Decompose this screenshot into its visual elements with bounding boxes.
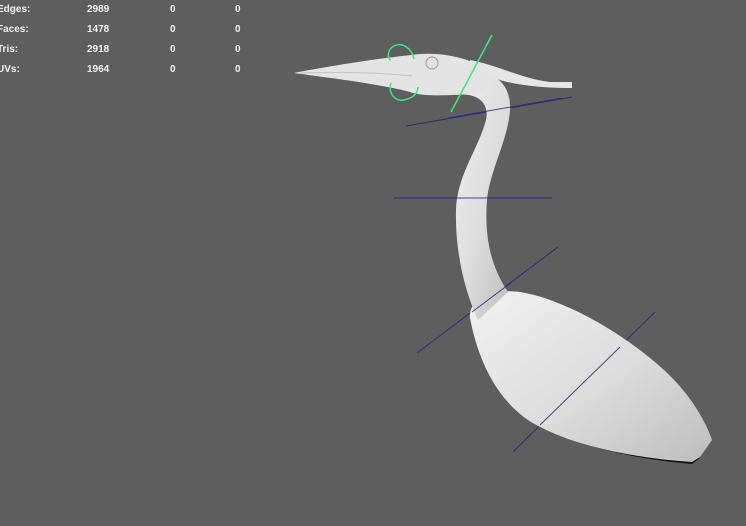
heron-mesh[interactable]: [294, 53, 712, 464]
eye: [425, 56, 439, 70]
neck-surface: [454, 72, 511, 320]
3d-viewport[interactable]: Edges: 2989 0 0 Faces: 1478 0 0 Tris: 29…: [0, 0, 746, 526]
scene-canvas[interactable]: [0, 0, 746, 526]
body-surface: [469, 291, 712, 462]
